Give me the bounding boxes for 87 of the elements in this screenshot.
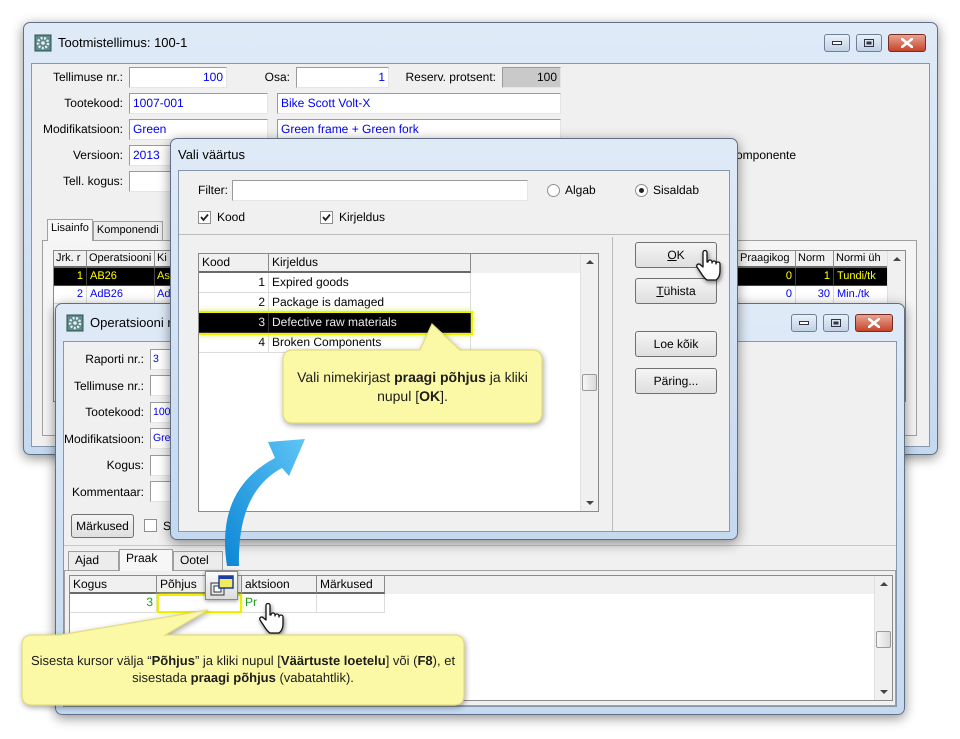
field-label: Kommentaar: [70,484,145,499]
tab[interactable]: Komponendi [92,221,163,240]
text-field[interactable]: Bike Scott Volt-X [277,92,561,114]
checkbox-label: Kirjeldus [339,210,386,224]
maximize-button[interactable] [823,314,849,332]
list-row[interactable]: 3 Defective raw materials [199,313,471,333]
text-field[interactable]: 1007-001 [129,92,268,114]
column-header[interactable]: Kogus [70,576,157,594]
column-header[interactable]: Kood [199,254,269,273]
close-icon [868,318,880,328]
field-label: Raporti nr.: [84,352,145,366]
window-title: Vali väärtus [178,146,245,162]
tab[interactable]: Ootel [173,551,223,570]
dialog-button[interactable]: Tühista [635,278,717,304]
scroll-up-icon[interactable] [880,582,888,586]
maximize-button[interactable] [856,34,882,52]
minimize-button[interactable] [824,34,850,52]
text-field[interactable]: 100 [129,66,227,88]
minimize-button[interactable] [791,314,817,332]
check-icon [200,212,209,222]
text-field[interactable]: 1 [296,66,389,88]
column-header[interactable]: Märkused [317,576,385,594]
field-label: Tell. kogus: [62,174,124,188]
notes-button[interactable]: Märkused [71,514,134,538]
minimize-icon [832,41,842,45]
dialog-button[interactable]: Päring... [635,368,717,394]
radio-button[interactable] [547,184,560,197]
dialog-button[interactable]: OK [635,242,717,268]
table-cell: 4 [199,333,269,353]
text-field[interactable]: Green [129,118,268,140]
tab[interactable]: Lisainfo [47,219,93,241]
scroll-down-icon[interactable] [586,501,594,505]
table-cell: Expired goods [269,273,471,293]
maximize-icon [831,318,841,326]
field-label: Tootekood: [84,405,145,420]
callout-text: Vali nimekirjast praagi põhjus ja kliki nupul [OK]. [296,368,529,405]
hand-cursor-icon [258,603,285,634]
table-cell: 3 [70,594,157,614]
close-button[interactable] [888,34,926,52]
close-button[interactable] [855,314,893,332]
column-header[interactable]: aktsioon [242,576,317,594]
callout-text: Sisesta kursor välja “Põhjus” ja kliki nupul [Väärtuste loetelu] või (F8), et sisestada praagi põhjus (vabatahtlik). [30,653,456,687]
radio-label: Algab [565,183,596,198]
column-header[interactable]: Kirjeldus [269,254,471,273]
scrollbar[interactable] [874,576,892,700]
field-label: Filter: [198,183,229,198]
scroll-up-icon[interactable] [586,260,594,264]
field-label: Reserv. protsent: [404,70,497,84]
field-label: omponente [736,148,796,162]
radio-label: Sisaldab [653,183,700,198]
checkbox-label: Kood [217,210,246,224]
check-icon [322,212,331,222]
hand-cursor-icon [695,250,722,281]
checkbox-label: S [163,518,172,534]
filter-field[interactable] [232,180,528,201]
table-cell: 3 [199,313,269,333]
text-field[interactable]: Green frame + Green fork [277,118,561,140]
scroll-up-icon[interactable] [893,257,901,261]
cog-icon [34,34,52,52]
list-row[interactable]: 1 Expired goods [199,273,471,293]
field-label: Modifikatsioon: [64,432,146,446]
dialog-button[interactable]: Loe kõik [635,331,717,357]
field-label: Modifikatsioon: [42,122,124,136]
field-label: Tellimuse nr.: [52,70,124,84]
scrollbar[interactable] [580,254,598,511]
windows-icon [210,574,234,596]
field-label: Kogus: [106,458,145,472]
checkbox[interactable] [320,210,333,224]
field-label: Tootekood: [63,96,124,110]
cog-icon [66,314,84,332]
field-label: Tellimuse nr.: [72,378,145,393]
field-label: Versioon: [72,148,124,162]
maximize-icon [864,39,874,47]
close-icon [901,38,913,48]
scroll-thumb[interactable] [876,631,891,648]
radio-button[interactable] [635,184,648,197]
scroll-thumb[interactable] [582,374,597,391]
field-label: Osa: [264,70,291,84]
tab[interactable]: Praak [119,549,173,571]
checkbox[interactable] [198,210,211,224]
checkbox[interactable] [144,519,157,532]
window-title: Tootmistellimus: 100-1 [58,35,188,51]
lookup-button[interactable] [205,571,238,600]
scroll-down-icon[interactable] [880,690,888,694]
table-cell: 1 [199,273,269,293]
tab[interactable]: Ajad [68,551,119,570]
minimize-icon [799,320,809,324]
